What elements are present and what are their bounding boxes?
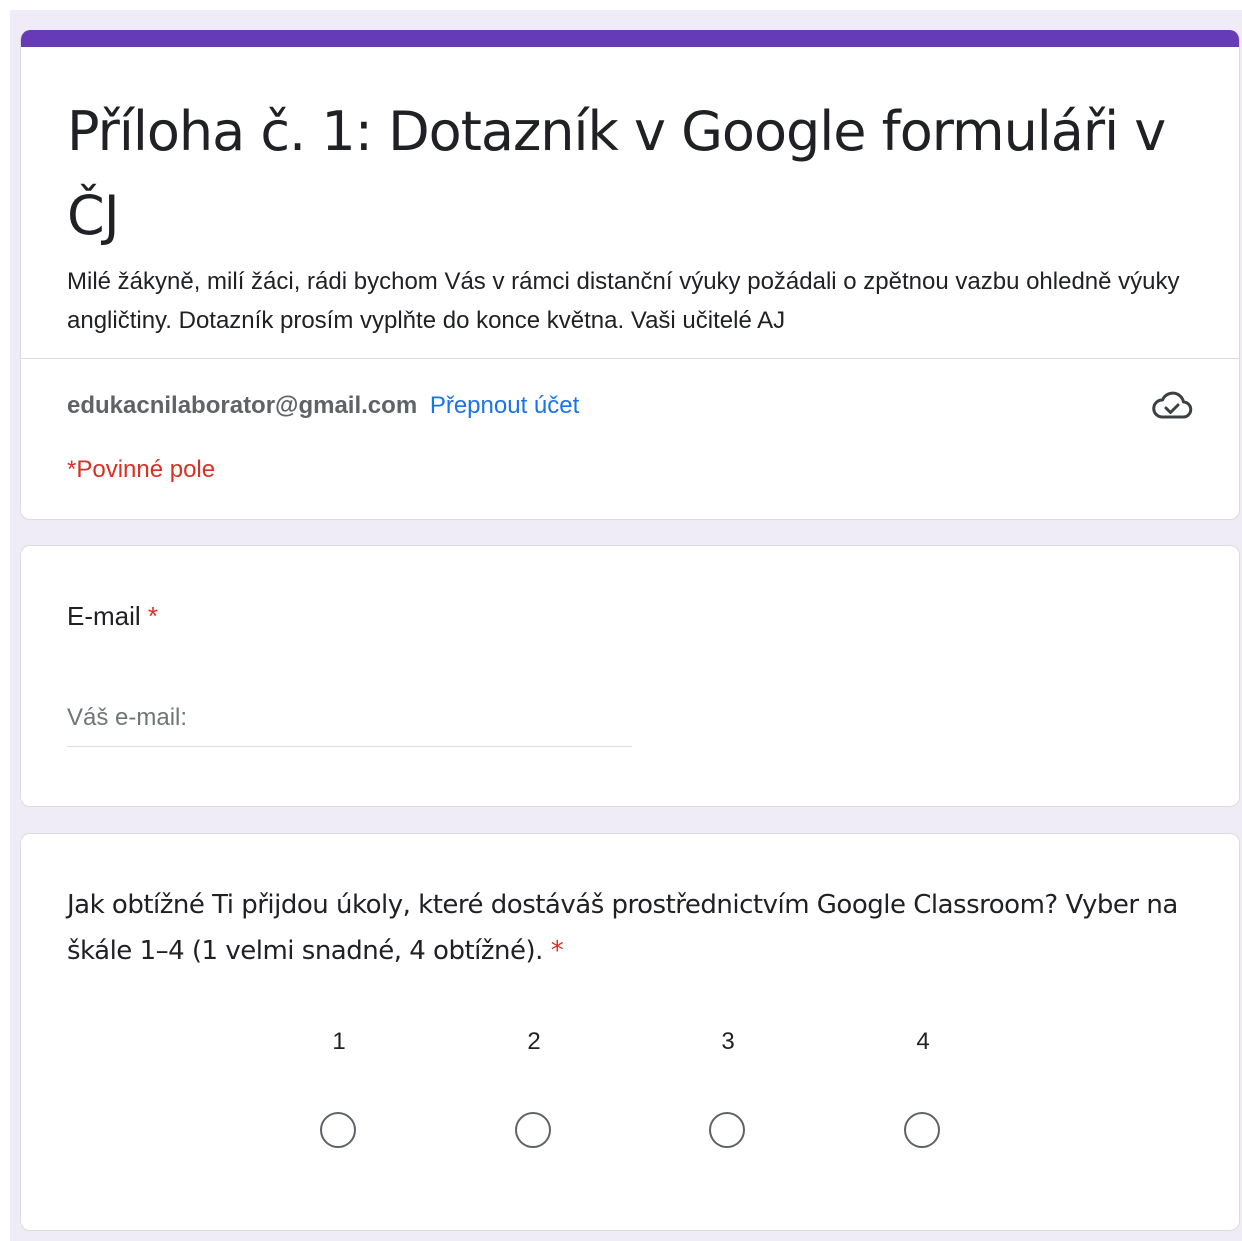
switch-account-link[interactable]: Přepnout účet (430, 392, 579, 419)
scale-label-4: 4 (916, 1028, 930, 1055)
account-email: edukacnilaborator@gmail.com (67, 392, 418, 419)
required-field-note: *Povinné pole (67, 456, 216, 483)
required-star: * (147, 601, 159, 631)
scale-radio-2[interactable] (515, 1112, 551, 1148)
divider (21, 358, 1239, 359)
form-header-card: Příloha č. 1: Dotazník v Google formulář… (20, 30, 1240, 520)
email-field[interactable] (67, 696, 632, 740)
scale-radio-1[interactable] (320, 1112, 356, 1148)
scale-label-3: 3 (721, 1028, 735, 1055)
difficulty-question-card: Jak obtížné Ti přijdou úkoly, které dost… (20, 833, 1240, 1231)
difficulty-question-label: Jak obtížné Ti přijdou úkoly, které dost… (67, 882, 1207, 974)
email-field-wrapper (67, 696, 632, 747)
scale-radio-4[interactable] (904, 1112, 940, 1148)
scale-label-1: 1 (332, 1028, 346, 1055)
scale-radio-3[interactable] (709, 1112, 745, 1148)
email-question-label: E-mail * (67, 596, 158, 636)
cloud-check-icon (1152, 391, 1193, 419)
form-description: Milé žákyně, milí žáci, rádi bychom Vás … (67, 268, 1180, 334)
account-row: edukacnilaborator@gmail.com Přepnout úče… (67, 390, 579, 422)
accent-bar (21, 30, 1239, 47)
scale-label-2: 2 (527, 1028, 541, 1055)
difficulty-label-text: Jak obtížné Ti přijdou úkoly, které dost… (67, 890, 1178, 966)
email-label-text: E-mail (67, 601, 141, 631)
form-title: Příloha č. 1: Dotazník v Google formulář… (67, 100, 1166, 247)
required-star: * (550, 936, 564, 966)
email-question-card: E-mail * (20, 545, 1240, 807)
